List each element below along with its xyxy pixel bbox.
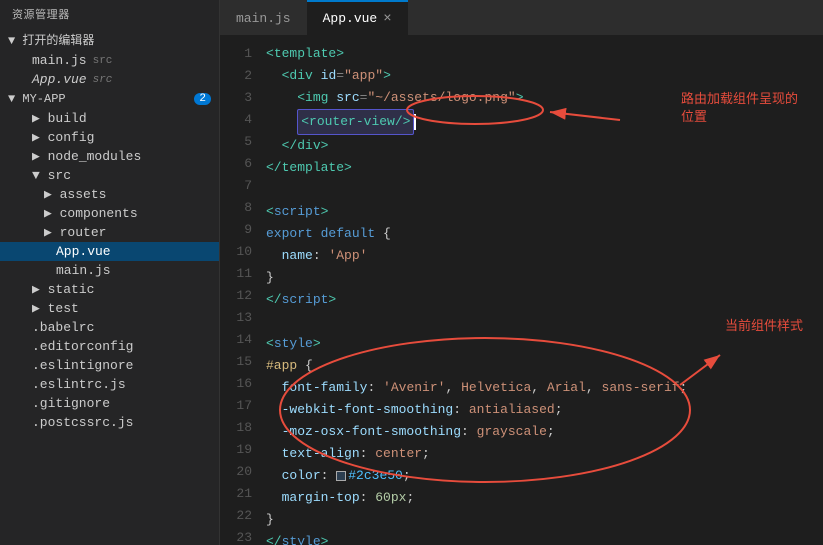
color-swatch	[336, 471, 346, 481]
tree-postcssrc[interactable]: .postcssrc.js	[0, 413, 219, 432]
tree-eslintignore[interactable]: .eslintignore	[0, 356, 219, 375]
tree-node-modules[interactable]: ▶ node_modules	[0, 147, 219, 166]
router-view-highlight: <router-view/>	[297, 109, 414, 135]
code-line-16: font-family: 'Avenir', Helvetica, Arial,…	[266, 377, 823, 399]
code-line-9: export default {	[266, 223, 823, 245]
tree-editorconfig[interactable]: .editorconfig	[0, 337, 219, 356]
tree-app-vue[interactable]: App.vue	[0, 242, 219, 261]
text-cursor	[414, 114, 416, 130]
project-section: ▼ MY-APP 2	[0, 89, 219, 109]
code-line-17: -webkit-font-smoothing: antialiased;	[266, 399, 823, 421]
code-line-21: margin-top: 60px;	[266, 487, 823, 509]
tree-config[interactable]: ▶ config	[0, 128, 219, 147]
code-line-19: text-align: center;	[266, 443, 823, 465]
code-line-20: color: #2c3e50;	[266, 465, 823, 487]
open-file-main-js[interactable]: main.js src	[0, 51, 219, 70]
close-tab-icon[interactable]: ×	[383, 11, 391, 27]
code-line-22: }	[266, 509, 823, 531]
editor-area: main.js App.vue × 123456 789101112 13141…	[220, 0, 823, 545]
code-line-10: name: 'App'	[266, 245, 823, 267]
code-line-2: <div id="app">	[266, 65, 823, 87]
code-line-23: </style>	[266, 531, 823, 545]
open-editors-section: ▼ 打开的编辑器	[0, 28, 219, 51]
tree-build[interactable]: ▶ build	[0, 109, 219, 128]
tree-components[interactable]: ▶ components	[0, 204, 219, 223]
code-container: 123456 789101112 131415161718 1920212223…	[220, 35, 823, 545]
code-line-11: }	[266, 267, 823, 289]
tree-router[interactable]: ▶ router	[0, 223, 219, 242]
code-line-14: <style>	[266, 333, 823, 355]
open-file-app-vue[interactable]: App.vue src	[0, 70, 219, 89]
line-numbers: 123456 789101112 131415161718 1920212223…	[220, 35, 262, 545]
tab-main-js[interactable]: main.js	[220, 0, 307, 35]
tree-static[interactable]: ▶ static	[0, 280, 219, 299]
code-line-13	[266, 311, 823, 333]
code-line-15: #app {	[266, 355, 823, 377]
code-line-8: <script>	[266, 201, 823, 223]
tree-assets[interactable]: ▶ assets	[0, 185, 219, 204]
sidebar-header: 资源管理器	[0, 0, 219, 28]
code-line-4: <router-view/>	[266, 109, 823, 135]
tree-babelrc[interactable]: .babelrc	[0, 318, 219, 337]
code-line-1: <template>	[266, 43, 823, 65]
tab-app-vue[interactable]: App.vue ×	[307, 0, 408, 35]
code-line-5: </div>	[266, 135, 823, 157]
tree-src[interactable]: ▼ src	[0, 166, 219, 185]
tree-eslintrc[interactable]: .eslintrc.js	[0, 375, 219, 394]
code-line-6: </template>	[266, 157, 823, 179]
tree-test[interactable]: ▶ test	[0, 299, 219, 318]
sidebar: 资源管理器 ▼ 打开的编辑器 main.js src App.vue src ▼…	[0, 0, 220, 545]
tree-gitignore[interactable]: .gitignore	[0, 394, 219, 413]
code-line-18: -moz-osx-font-smoothing: grayscale;	[266, 421, 823, 443]
tabs-bar: main.js App.vue ×	[220, 0, 823, 35]
code-line-3: <img src="~/assets/logo.png">	[266, 87, 823, 109]
code-line-12: </script>	[266, 289, 823, 311]
tree-main-js[interactable]: main.js	[0, 261, 219, 280]
code-line-7	[266, 179, 823, 201]
code-content[interactable]: <template> <div id="app"> <img src="~/as…	[262, 35, 823, 545]
